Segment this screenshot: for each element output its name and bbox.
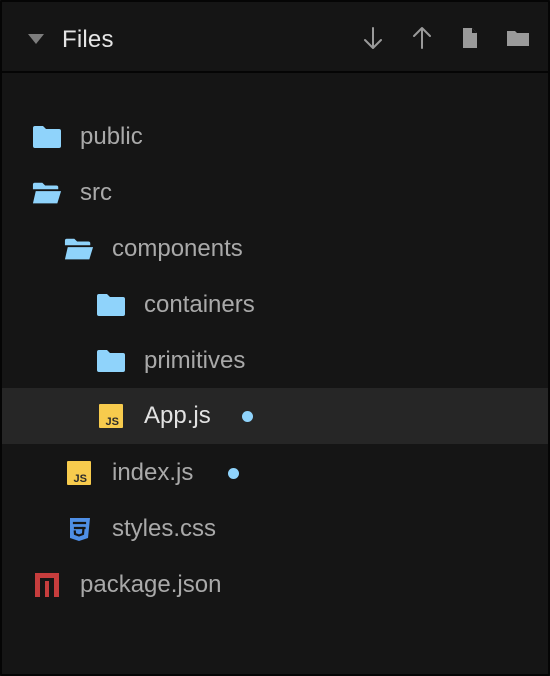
modified-indicator	[242, 411, 253, 422]
folder-open-icon	[32, 180, 62, 206]
svg-text:JS: JS	[106, 416, 119, 428]
download-icon[interactable]	[358, 23, 388, 53]
tree-item-label: styles.css	[112, 515, 217, 542]
tree-item-public[interactable]: public	[2, 109, 548, 165]
new-folder-icon[interactable]	[503, 23, 533, 53]
folder-open-icon	[64, 236, 94, 262]
tree-item-primitives[interactable]: primitives	[2, 333, 548, 389]
tree-item-containers[interactable]: containers	[2, 277, 548, 333]
javascript-file-icon: JS	[96, 403, 126, 429]
tree-item-app-js[interactable]: JS App.js	[2, 388, 548, 444]
collapse-caret-icon[interactable]	[26, 32, 46, 46]
tree-item-label: App.js	[144, 402, 211, 429]
javascript-file-icon: JS	[64, 460, 94, 486]
tree-item-index-js[interactable]: JS index.js	[2, 445, 548, 501]
css-file-icon	[64, 516, 94, 542]
modified-indicator	[228, 468, 239, 479]
tree-item-styles-css[interactable]: styles.css	[2, 501, 548, 557]
folder-closed-icon	[32, 124, 62, 150]
upload-icon[interactable]	[407, 23, 437, 53]
tree-item-components[interactable]: components	[2, 221, 548, 277]
tree-item-label: index.js	[112, 459, 194, 486]
files-panel: Files public src components containers p…	[0, 0, 550, 676]
tree-item-label: containers	[144, 291, 255, 318]
tree-item-label: primitives	[144, 347, 246, 374]
folder-closed-icon	[96, 348, 126, 374]
tree-item-package-json[interactable]: package.json	[2, 557, 548, 613]
tree-item-label: package.json	[80, 571, 222, 598]
tree-item-label: public	[80, 123, 143, 150]
npm-package-icon	[32, 572, 62, 598]
folder-closed-icon	[96, 292, 126, 318]
svg-text:JS: JS	[74, 473, 87, 485]
panel-title: Files	[62, 26, 114, 53]
tree-item-label: src	[80, 179, 112, 206]
tree-item-label: components	[112, 235, 243, 262]
files-panel-header: Files	[2, 2, 548, 73]
tree-item-src[interactable]: src	[2, 165, 548, 221]
new-file-icon[interactable]	[455, 23, 485, 53]
